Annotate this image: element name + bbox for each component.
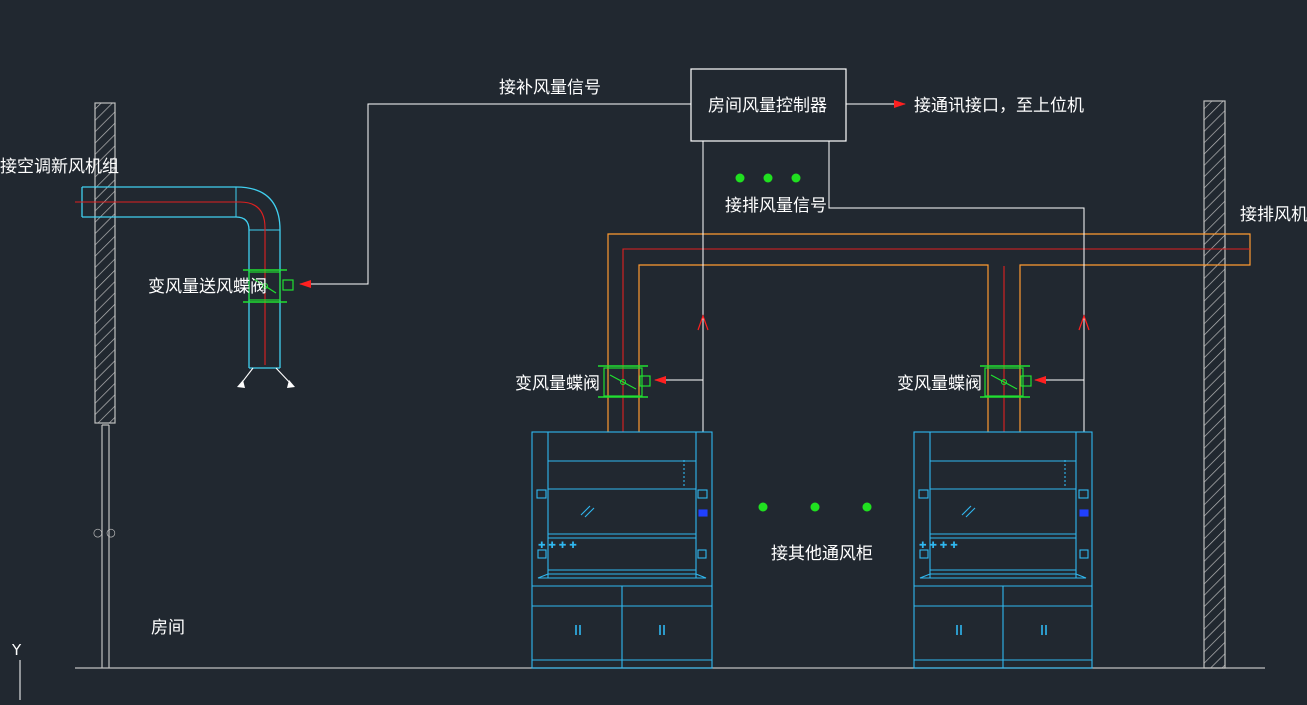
signal-arrow-icon — [697, 314, 1090, 331]
label-vav-damper-left: 变风量蝶阀 — [515, 374, 600, 394]
continuation-dots-icon — [735, 173, 872, 512]
actuator-icon — [282, 279, 294, 291]
label-supply-air-signal: 接补风量信号 — [499, 78, 601, 98]
right-wall — [1203, 100, 1226, 669]
axis-y-label: Y — [11, 641, 22, 659]
diagram-svg: ○ ○ ✚ ✚ ✚ ✚ ✚ ✚ ✚ ✚ 接空调新风机组 接补风量信号 房间风量控… — [0, 68, 1307, 700]
wall-hatch-icon — [1203, 100, 1226, 669]
label-room-controller: 房间风量控制器 — [708, 96, 827, 116]
left-wall: ○ ○ — [93, 102, 116, 668]
fume-hood-icon: ✚ ✚ ✚ ✚ — [531, 431, 713, 669]
door-symbol: ○ ○ — [93, 526, 116, 539]
exhaust-damper-left — [598, 365, 651, 398]
label-room: 房间 — [151, 618, 185, 638]
label-other-hoods: 接其他通风柜 — [771, 544, 873, 564]
wall-hatch-icon — [94, 102, 116, 424]
label-exhaust-signal: 接排风量信号 — [725, 196, 827, 216]
hvac-diagram: ○ ○ ✚ ✚ ✚ ✚ ✚ ✚ ✚ ✚ 接空调新风机组 接补风量信号 房间风量控… — [0, 0, 1307, 700]
fume-hood-icon: ✚ ✚ ✚ ✚ — [913, 431, 1093, 669]
label-exhaust-fan: 接排风机 — [1240, 205, 1307, 225]
label-fresh-air-unit: 接空调新风机组 — [0, 157, 119, 177]
exhaust-duct — [607, 233, 1251, 432]
ucs-axis-icon: Y — [11, 641, 22, 700]
label-vav-supply-damper: 变风量送风蝶阀 — [148, 277, 267, 297]
label-comm-port: 接通讯接口，至上位机 — [914, 96, 1084, 116]
label-vav-damper-right: 变风量蝶阀 — [897, 374, 982, 394]
